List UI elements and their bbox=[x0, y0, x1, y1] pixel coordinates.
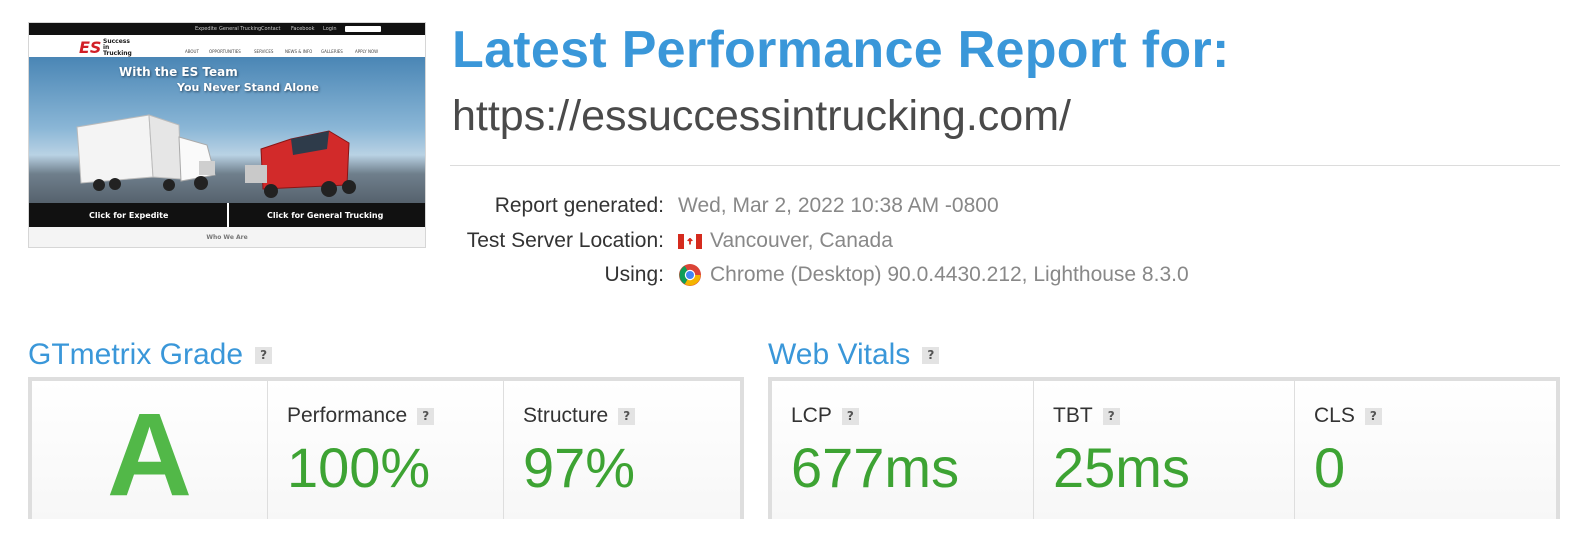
cls-value: 0 bbox=[1314, 436, 1346, 499]
structure-value: 97% bbox=[523, 436, 636, 499]
cls-cell: CLS ? 0 bbox=[1295, 381, 1556, 519]
web-vitals-card: LCP ? 677ms TBT ? 25ms CLS ? 0 bbox=[768, 377, 1560, 519]
grade-cell: A bbox=[32, 381, 268, 521]
lcp-value: 677ms bbox=[791, 436, 960, 499]
tbt-label: TBT bbox=[1053, 404, 1093, 427]
using-row: Using: Chrome (Desktop) 90.0.4430.212, L… bbox=[450, 263, 1350, 289]
performance-label-row: Performance ? bbox=[287, 404, 435, 428]
lcp-cell: LCP ? 677ms bbox=[772, 381, 1034, 519]
performance-cell: Performance ? 100% bbox=[268, 381, 504, 519]
structure-cell: Structure ? 97% bbox=[504, 381, 740, 519]
canada-flag-icon bbox=[678, 233, 702, 249]
using-label: Using: bbox=[604, 263, 664, 286]
grade-letter: A bbox=[106, 389, 193, 521]
report-url[interactable]: https://essuccessintrucking.com/ bbox=[452, 92, 1071, 141]
thumb-nav-item: NEWS & INFO bbox=[285, 49, 313, 54]
tbt-help-icon[interactable]: ? bbox=[1102, 407, 1120, 425]
gtmetrix-grade-heading: GTmetrix Grade ? bbox=[28, 338, 273, 372]
using-value: Chrome (Desktop) 90.0.4430.212, Lighthou… bbox=[678, 263, 1189, 287]
thumb-general-trucking-button: Click for General Trucking bbox=[267, 211, 384, 220]
thumb-who-we-are: Who We Are bbox=[29, 227, 425, 247]
thumb-search-box bbox=[345, 26, 381, 32]
structure-label: Structure bbox=[523, 404, 609, 427]
thumb-hero-image: With the ES Team You Never Stand Alone bbox=[29, 57, 425, 215]
lcp-label: LCP bbox=[791, 404, 832, 427]
thumb-topbar-item: Contact bbox=[261, 26, 281, 32]
web-vitals-title: Web Vitals bbox=[768, 338, 911, 371]
thumb-topbar-item: Facebook bbox=[291, 26, 315, 32]
performance-help-icon[interactable]: ? bbox=[417, 407, 435, 425]
cls-label: CLS bbox=[1314, 404, 1355, 427]
thumb-expedite-button: Click for Expedite bbox=[89, 211, 169, 220]
performance-label: Performance bbox=[287, 404, 408, 427]
header-divider bbox=[450, 165, 1560, 166]
performance-value: 100% bbox=[287, 436, 431, 499]
test-server-location-label: Test Server Location: bbox=[466, 229, 664, 252]
test-server-location-value: Vancouver, Canada bbox=[678, 229, 893, 253]
tbt-value: 25ms bbox=[1053, 436, 1190, 499]
thumb-topbar: Expedite General Trucking Contact Facebo… bbox=[29, 23, 425, 35]
report-generated-row: Report generated: Wed, Mar 2, 2022 10:38… bbox=[450, 194, 1350, 220]
report-generated-text: Wed, Mar 2, 2022 10:38 AM -0800 bbox=[678, 194, 999, 217]
web-vitals-help-icon[interactable]: ? bbox=[922, 346, 940, 364]
thumb-trucks-illustration bbox=[76, 114, 356, 198]
thumb-logo-mark: ES bbox=[79, 38, 102, 57]
using-text: Chrome (Desktop) 90.0.4430.212, Lighthou… bbox=[710, 263, 1189, 286]
lcp-label-row: LCP ? bbox=[791, 404, 859, 428]
gtmetrix-grade-title: GTmetrix Grade bbox=[28, 338, 244, 371]
site-screenshot-thumbnail: Expedite General Trucking Contact Facebo… bbox=[28, 22, 426, 248]
thumb-topbar-item: Login bbox=[323, 26, 337, 32]
gtmetrix-grade-card: A Performance ? 100% Structure ? 97% bbox=[28, 377, 744, 521]
report-generated-value: Wed, Mar 2, 2022 10:38 AM -0800 bbox=[678, 194, 999, 218]
thumb-topbar-item: Expedite bbox=[195, 26, 217, 32]
cls-label-row: CLS ? bbox=[1314, 404, 1382, 428]
chrome-icon bbox=[679, 264, 701, 286]
location-text: Vancouver, Canada bbox=[710, 229, 893, 252]
lcp-help-icon[interactable]: ? bbox=[841, 407, 859, 425]
thumb-nav-item: OPPORTUNITIES bbox=[209, 49, 241, 54]
thumb-nav-item: SERVICES bbox=[254, 49, 274, 54]
thumb-cta-divider bbox=[227, 203, 229, 227]
report-generated-label: Report generated: bbox=[494, 194, 664, 217]
thumb-nav-item: ABOUT bbox=[185, 49, 199, 54]
thumb-nav-item: GALLERIES bbox=[321, 49, 343, 54]
thumb-logo-text: Success in Trucking bbox=[103, 38, 132, 57]
web-vitals-heading: Web Vitals ? bbox=[768, 338, 940, 372]
thumb-topbar-item: General Trucking bbox=[219, 26, 262, 32]
thumb-nav-item: APPLY NOW bbox=[355, 49, 379, 54]
structure-help-icon[interactable]: ? bbox=[618, 407, 636, 425]
cls-help-icon[interactable]: ? bbox=[1364, 407, 1382, 425]
tbt-cell: TBT ? 25ms bbox=[1034, 381, 1295, 519]
tbt-label-row: TBT ? bbox=[1053, 404, 1120, 428]
test-server-location-row: Test Server Location: Vancouver, Canada bbox=[450, 229, 1350, 255]
report-title: Latest Performance Report for: bbox=[452, 21, 1230, 79]
structure-label-row: Structure ? bbox=[523, 404, 636, 428]
gtmetrix-grade-help-icon[interactable]: ? bbox=[255, 346, 273, 364]
